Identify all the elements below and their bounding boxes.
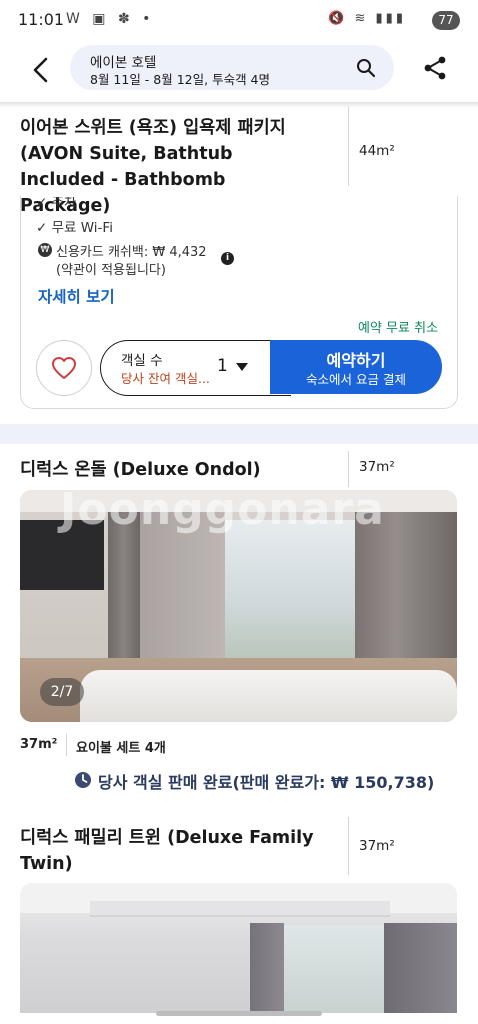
section-separator <box>0 424 478 444</box>
caret-down-icon <box>236 363 248 371</box>
coin-icon: ₩ <box>38 243 52 257</box>
status-bar: 11:01 W ▣ ✽ • 🔇 ≋ ▮▮▮ 77 <box>0 0 478 40</box>
photo-curtain-right <box>384 923 457 1013</box>
details-link[interactable]: 자세히 보기 <box>38 285 115 307</box>
room2-area: 37m² <box>359 459 395 475</box>
chevron-left-icon <box>33 57 48 83</box>
room3-photo[interactable] <box>20 883 457 1013</box>
share-icon <box>424 56 446 80</box>
room2-detail-divider <box>66 734 67 756</box>
status-time: 11:01 <box>18 10 65 29</box>
watermark: Joonggonara <box>60 484 385 535</box>
dates-guests: 8월 11일 - 8월 12일, 투숙객 4명 <box>90 72 270 87</box>
notification-icons: W ▣ ✽ • <box>66 11 155 27</box>
cashback-text: 신용카드 캐쉬백: ₩ 4,432 <box>56 245 207 260</box>
room1-divider <box>348 106 349 186</box>
photo-window <box>225 520 355 660</box>
room2-title: 디럭스 온돌 (Deluxe Ondol) <box>20 460 261 480</box>
sold-out-label: 당사 객실 판매 완료(판매 완료가: ₩ 150,738) <box>98 773 435 792</box>
photo-curtain-left <box>250 923 284 1013</box>
clock-icon <box>75 772 91 788</box>
heart-icon <box>52 357 76 379</box>
rooms-count: 1 <box>217 356 228 376</box>
favorite-button[interactable] <box>36 340 92 396</box>
room3-title: 디럭스 패밀리 트윈 (Deluxe Family Twin) <box>20 828 314 874</box>
search-summary-pill[interactable]: 에이본 호텔 8월 11일 - 8월 12일, 투숙객 4명 <box>70 45 394 90</box>
system-icons: 🔇 ≋ ▮▮▮ <box>328 11 406 26</box>
header-divider <box>0 102 478 108</box>
room1-area: 44m² <box>359 143 395 159</box>
photo-curtain-right <box>355 512 457 672</box>
room2-bedding: 요이불 세트 4개 <box>76 741 166 756</box>
photo-window <box>284 925 384 1013</box>
back-button[interactable] <box>26 54 58 86</box>
search-icon[interactable] <box>356 58 376 78</box>
amenity-parking-label: 주차 <box>51 197 77 206</box>
photo-counter: 2/7 <box>40 678 84 706</box>
check-icon: ✓ <box>36 197 52 206</box>
share-button[interactable] <box>422 55 448 81</box>
amenity-wifi: ✓ 무료 Wi-Fi <box>36 216 113 236</box>
room3-area: 37m² <box>359 838 395 854</box>
photo-ceiling-light <box>90 901 390 917</box>
rooms-label: 객실 수 <box>121 353 163 369</box>
room2-detail-area: 37m² <box>20 737 58 752</box>
room3-divider <box>348 817 349 875</box>
check-icon: ✓ <box>36 220 52 236</box>
rooms-remaining: 당사 잔여 객실... <box>121 371 210 386</box>
book-button[interactable]: 예약하기 숙소에서 요금 결제 <box>270 340 442 394</box>
info-icon[interactable]: i <box>221 252 234 265</box>
cashback-terms: (약관이 적용됩니다) <box>56 263 166 278</box>
book-sub: 숙소에서 요금 결제 <box>306 372 406 387</box>
free-cancel-label: 예약 무료 취소 <box>358 321 439 336</box>
amenity-cut: ✓ 주차 <box>36 197 76 206</box>
photo-bedding <box>80 670 457 722</box>
battery-icon: 77 <box>432 11 460 30</box>
book-label: 예약하기 <box>326 351 386 370</box>
hotel-name: 에이본 호텔 <box>90 55 157 71</box>
amenity-wifi-label: 무료 Wi-Fi <box>51 220 113 236</box>
home-indicator <box>156 1011 322 1016</box>
room2-divider <box>348 451 349 487</box>
room-count-select[interactable]: 객실 수 당사 잔여 객실... 1 <box>100 340 291 396</box>
